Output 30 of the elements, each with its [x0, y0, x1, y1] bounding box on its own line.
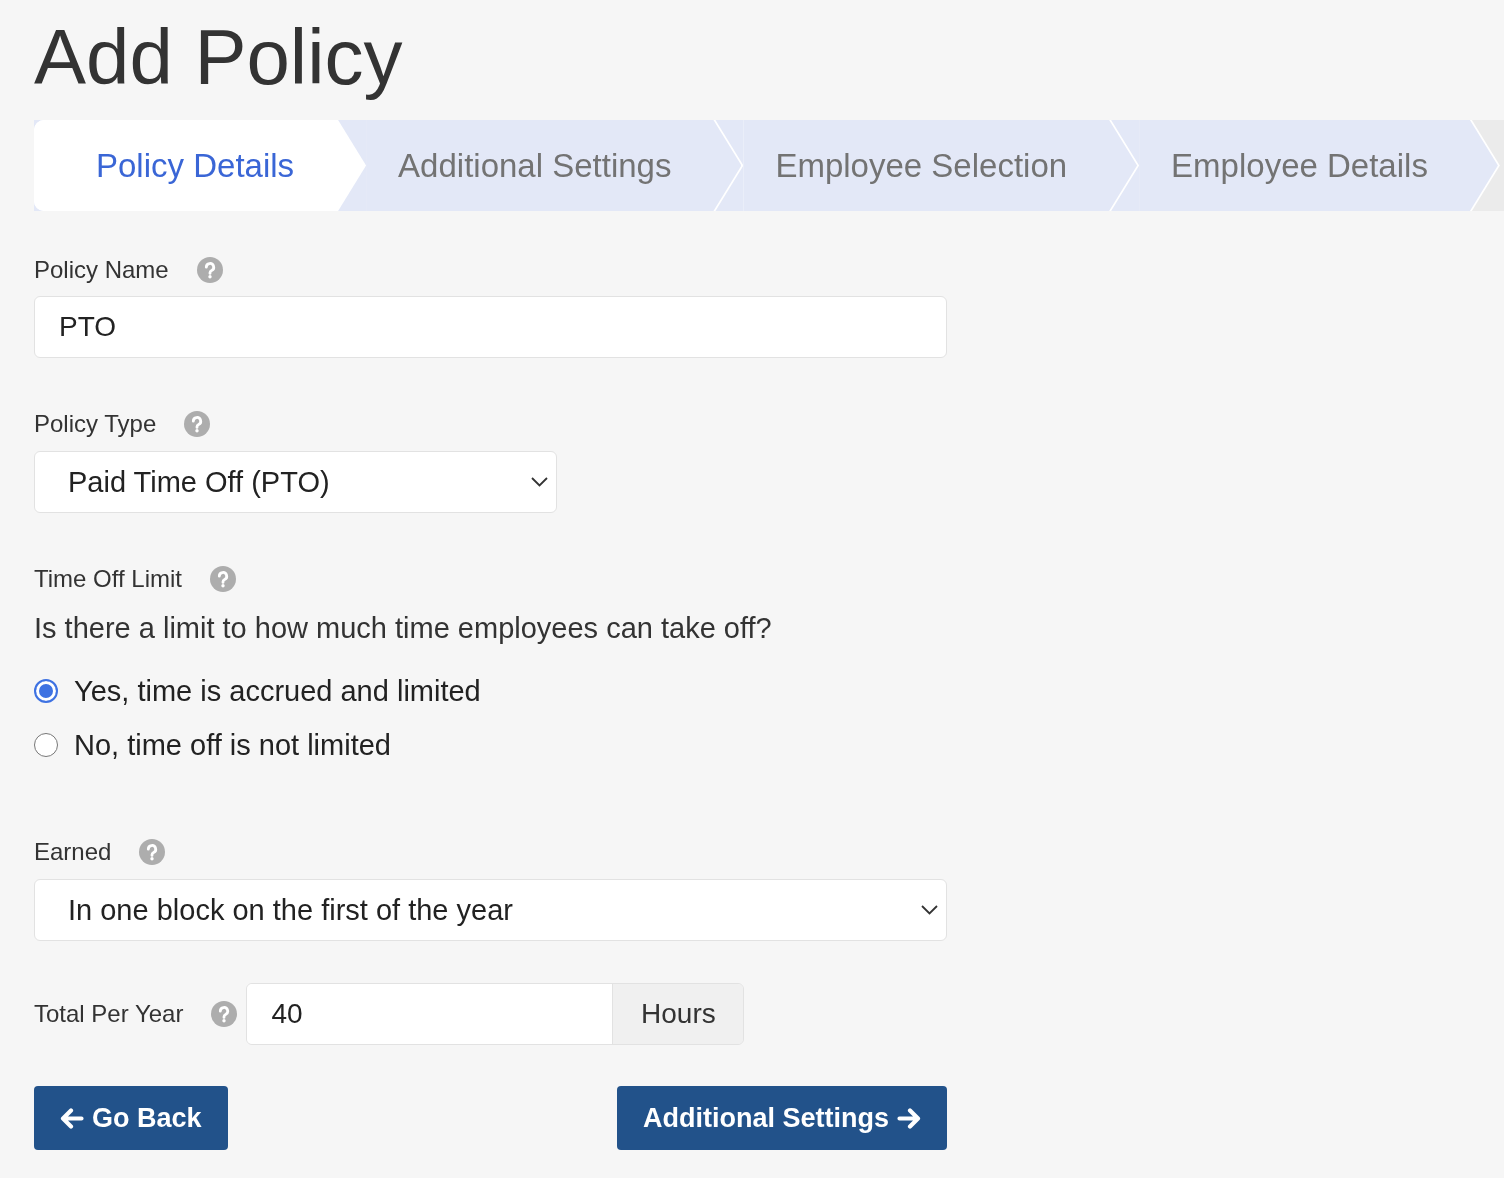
- help-icon[interactable]: [139, 839, 166, 865]
- chevron-down-icon: [921, 905, 938, 915]
- radio-button[interactable]: [34, 679, 58, 703]
- question-text: Is there a limit to how much time employees can take off?: [34, 611, 773, 646]
- policy-type-select[interactable]: Paid Time Off (PTO): [34, 451, 557, 513]
- field-label: Policy Name: [34, 256, 169, 284]
- go-back-button[interactable]: Go Back: [34, 1086, 228, 1150]
- step-tab[interactable]: Additional Settings: [366, 120, 744, 211]
- help-icon[interactable]: [210, 566, 237, 592]
- field-label: Earned: [34, 838, 112, 866]
- help-icon[interactable]: [211, 1001, 238, 1027]
- unit-label: Hours: [613, 984, 744, 1044]
- field-label: Total Per Year: [34, 1000, 184, 1028]
- policy-name-input[interactable]: PTO: [34, 296, 947, 358]
- arrow-left-icon: [60, 1107, 84, 1129]
- next-step-button[interactable]: Additional Settings: [617, 1086, 947, 1150]
- step-tab[interactable]: Employee Details: [1139, 120, 1500, 211]
- help-icon[interactable]: [196, 257, 223, 283]
- help-icon[interactable]: [184, 411, 211, 437]
- total-per-year-input[interactable]: 40: [247, 984, 614, 1044]
- earned-select[interactable]: In one block on the first of the year: [34, 879, 947, 941]
- field-label: Policy Type: [34, 410, 157, 438]
- radio-label[interactable]: Yes, time is accrued and limited: [74, 674, 481, 708]
- radio-label[interactable]: No, time off is not limited: [74, 728, 391, 762]
- chevron-down-icon: [531, 477, 548, 487]
- radio-button[interactable]: [34, 733, 58, 757]
- step-tab[interactable]: Policy Details: [34, 120, 367, 211]
- arrow-right-icon: [897, 1107, 921, 1129]
- field-label: Time Off Limit: [34, 565, 183, 593]
- step-tab[interactable]: Employee Selection: [743, 120, 1140, 211]
